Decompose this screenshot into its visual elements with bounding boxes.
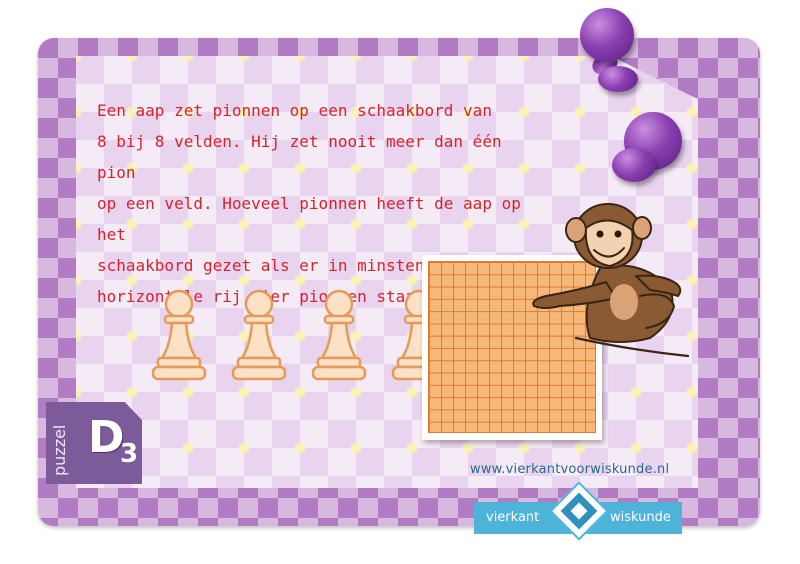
logo-right-word: wiskunde	[610, 510, 671, 525]
puzzle-letter: D	[88, 412, 125, 463]
puzzle-label: puzzel	[50, 424, 69, 476]
question-line: Een aap zet pionnen op een schaakbord va…	[97, 101, 492, 120]
question-line: 8 bij 8 velden. Hij zet nooit meer dan é…	[97, 132, 502, 182]
pawn-icon	[231, 289, 287, 381]
vierkant-logo-icon: vierkant wiskunde	[474, 481, 682, 541]
pawn-icon	[311, 289, 367, 381]
website-url[interactable]: www.vierkantvoorwiskunde.nl	[470, 462, 669, 477]
logo-left-word: vierkant	[486, 510, 540, 525]
pawn-icon	[151, 289, 207, 381]
monkey-icon	[532, 203, 690, 358]
question-line: op een veld. Hoeveel pionnen heeft de aa…	[97, 194, 521, 244]
puzzle-number: 3	[120, 439, 139, 469]
